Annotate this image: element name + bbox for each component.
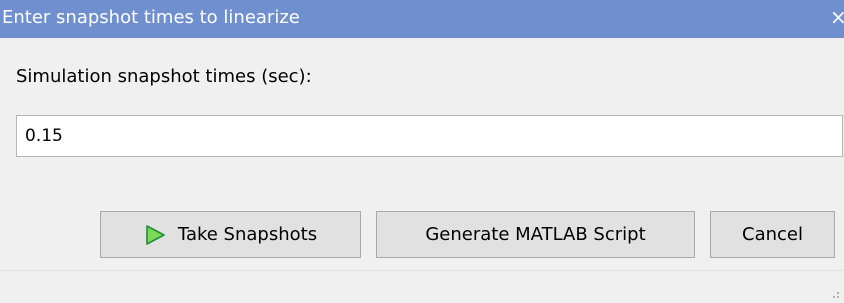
title-bar[interactable]: Enter snapshot times to linearize × xyxy=(0,0,844,38)
snapshot-dialog: Enter snapshot times to linearize × Simu… xyxy=(0,0,844,303)
play-icon xyxy=(146,224,165,245)
take-snapshots-label: Take Snapshots xyxy=(177,224,318,245)
status-bar xyxy=(0,270,844,303)
cancel-label: Cancel xyxy=(742,224,803,245)
window-title: Enter snapshot times to linearize xyxy=(2,7,300,28)
snapshot-times-label: Simulation snapshot times (sec): xyxy=(16,66,312,87)
take-snapshots-button[interactable]: Take Snapshots xyxy=(100,211,361,258)
resize-grip-icon[interactable] xyxy=(828,287,840,299)
generate-script-label: Generate MATLAB Script xyxy=(425,224,646,245)
generate-matlab-script-button[interactable]: Generate MATLAB Script xyxy=(376,211,695,258)
close-icon[interactable]: × xyxy=(830,5,844,29)
snapshot-times-input[interactable] xyxy=(16,115,843,157)
cancel-button[interactable]: Cancel xyxy=(710,211,835,258)
